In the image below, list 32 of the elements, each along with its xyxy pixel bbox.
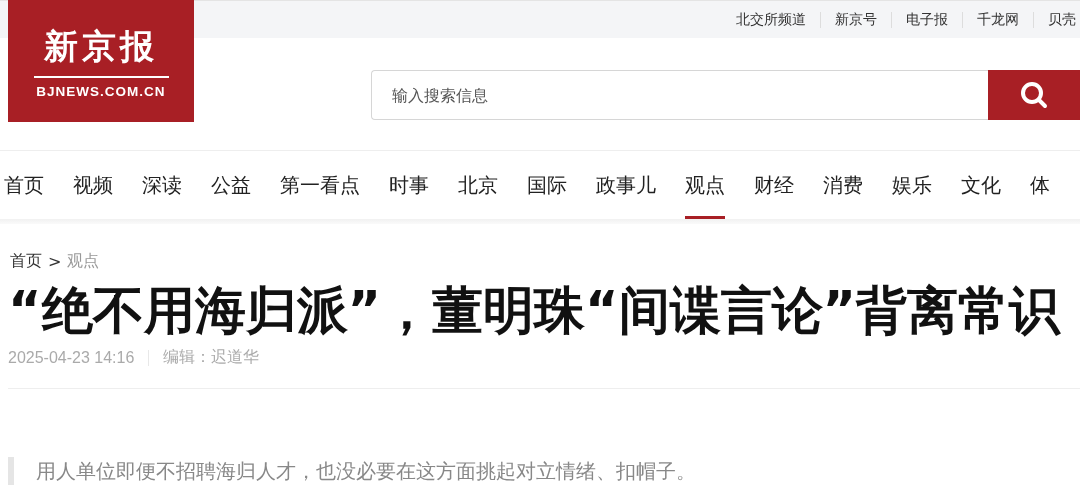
- nav-tab[interactable]: 公益: [211, 151, 251, 219]
- logo-name: 新京报: [44, 24, 158, 68]
- nav-tab[interactable]: 首页: [4, 151, 44, 219]
- quote-bar: [8, 457, 14, 486]
- nav-tab[interactable]: 消费: [823, 151, 863, 219]
- logo-domain: BJNEWS.COM.CN: [36, 83, 166, 99]
- nav-tab[interactable]: 时事: [389, 151, 429, 219]
- nav-tab[interactable]: 政事儿: [596, 151, 656, 219]
- nav-tab[interactable]: 视频: [73, 151, 113, 219]
- nav-tab[interactable]: 第一看点: [280, 151, 360, 219]
- top-link[interactable]: 贝壳: [1048, 10, 1076, 29]
- logo[interactable]: 新京报 BJNEWS.COM.CN: [8, 0, 194, 122]
- search-icon: [1019, 80, 1049, 110]
- nav-tab[interactable]: 体: [1030, 151, 1050, 219]
- search-button[interactable]: [988, 70, 1080, 120]
- nav-tab[interactable]: 深读: [142, 151, 182, 219]
- top-link[interactable]: 北交所频道: [736, 10, 806, 29]
- publish-date: 2025-04-23 14:16: [8, 348, 135, 367]
- breadcrumb-link[interactable]: 首页: [10, 251, 42, 272]
- editor-name: 编辑：迟道华: [163, 347, 260, 369]
- top-link[interactable]: 千龙网: [977, 10, 1019, 29]
- top-link[interactable]: 新京号: [835, 10, 877, 29]
- nav-tab[interactable]: 文化: [961, 151, 1001, 219]
- nav-tab[interactable]: 财经: [754, 151, 794, 219]
- nav-tab[interactable]: 娱乐: [892, 151, 932, 219]
- article-title: “绝不用海归派”，董明珠“间谍言论”背离常识: [8, 280, 1062, 342]
- top-link[interactable]: 电子报: [906, 10, 948, 29]
- breadcrumb-separator: >: [48, 252, 62, 271]
- nav-tab[interactable]: 北京: [458, 151, 498, 219]
- article-lede: 用人单位即便不招聘海归人才，也没必要在这方面挑起对立情绪、扣帽子。: [36, 458, 696, 486]
- nav-tab[interactable]: 国际: [527, 151, 567, 219]
- search-field[interactable]: 输入搜索信息: [371, 70, 988, 120]
